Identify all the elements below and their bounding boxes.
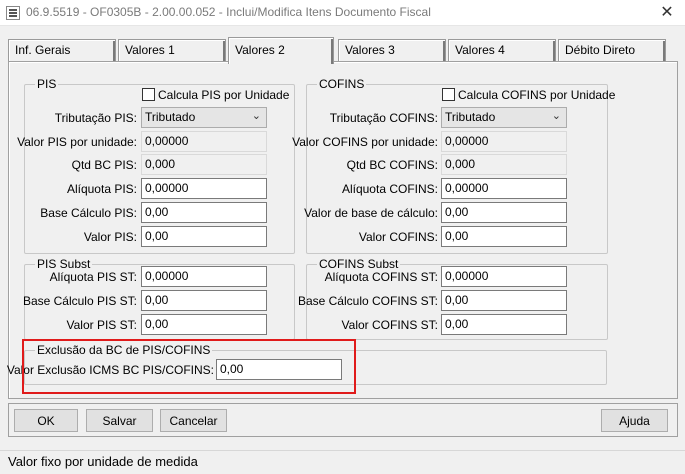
pis-st-base-calculo-label: Base Cálculo PIS ST: [22, 294, 137, 308]
cofins-st-base-calculo-label: Base Cálculo COFINS ST: [297, 294, 438, 308]
tab-debito-direto[interactable]: Débito Direto [558, 39, 666, 61]
cofins-calc-unit-label: Calcula COFINS por Unidade [458, 88, 616, 102]
cofins-group-title: COFINS [317, 77, 367, 91]
cofins-base-calculo-field[interactable]: 0,00 [441, 202, 567, 223]
status-bar: Valor fixo por unidade de medida [0, 450, 685, 474]
pis-st-base-calculo-field[interactable]: 0,00 [141, 290, 267, 311]
cofins-calc-unit-checkbox[interactable]: Calcula COFINS por Unidade [442, 88, 615, 102]
pis-st-valor-label: Valor PIS ST: [66, 318, 137, 332]
cofins-tributacao-value: Tributado [445, 110, 496, 124]
cofins-st-valor-label: Valor COFINS ST: [341, 318, 438, 332]
cofins-qtd-bc-label: Qtd BC COFINS: [346, 158, 438, 172]
pis-valor-label: Valor PIS: [83, 230, 137, 244]
pis-st-aliquota-label: Alíquota PIS ST: [49, 270, 137, 284]
ok-button[interactable]: OK [14, 409, 78, 432]
pis-valor-unidade-field: 0,00000 [141, 131, 267, 152]
tab-valores-2[interactable]: Valores 2 [228, 37, 334, 64]
save-button[interactable]: Salvar [86, 409, 153, 432]
help-button[interactable]: Ajuda [601, 409, 668, 432]
pis-base-calculo-field[interactable]: 0,00 [141, 202, 267, 223]
cofins-tributacao-select[interactable]: Tributado ⌄ [441, 107, 567, 128]
pis-qtd-bc-label: Qtd BC PIS: [71, 158, 137, 172]
pis-tributacao-label: Tributação PIS: [54, 111, 137, 125]
pis-tributacao-select[interactable]: Tributado ⌄ [141, 107, 267, 128]
cofins-qtd-bc-field: 0,000 [441, 154, 567, 175]
pis-aliquota-label: Alíquota PIS: [66, 182, 137, 196]
cofins-st-aliquota-label: Alíquota COFINS ST: [324, 270, 438, 284]
pis-group-title: PIS [35, 77, 59, 91]
pis-valor-field[interactable]: 0,00 [141, 226, 267, 247]
cofins-valor-unidade-label: Valor COFINS por unidade: [292, 135, 438, 149]
cofins-tributacao-label: Tributação COFINS: [329, 111, 438, 125]
pis-qtd-bc-field: 0,000 [141, 154, 267, 175]
cofins-valor-unidade-field: 0,00000 [441, 131, 567, 152]
cofins-base-calculo-label: Valor de base de cálculo: [304, 206, 438, 220]
cofins-aliquota-label: Alíquota COFINS: [341, 182, 438, 196]
tab-valores-4[interactable]: Valores 4 [448, 39, 556, 61]
pis-aliquota-field[interactable]: 0,00000 [141, 178, 267, 199]
pis-calc-unit-label: Calcula PIS por Unidade [158, 88, 290, 102]
cofins-st-base-calculo-field[interactable]: 0,00 [441, 290, 567, 311]
app-icon [6, 6, 20, 20]
cofins-st-valor-field[interactable]: 0,00 [441, 314, 567, 335]
cofins-subst-group-title: COFINS Subst [317, 257, 401, 271]
pis-st-valor-field[interactable]: 0,00 [141, 314, 267, 335]
cofins-aliquota-field[interactable]: 0,00000 [441, 178, 567, 199]
cofins-st-aliquota-field[interactable]: 0,00000 [441, 266, 567, 287]
pis-subst-group-title: PIS Subst [35, 257, 93, 271]
button-bar: OK Salvar Cancelar Ajuda [8, 403, 678, 437]
cofins-valor-label: Valor COFINS: [358, 230, 438, 244]
checkbox-box[interactable] [142, 88, 155, 101]
pis-tributacao-value: Tributado [145, 110, 196, 124]
pis-base-calculo-label: Base Cálculo PIS: [40, 206, 137, 220]
close-button[interactable]: ✕ [657, 3, 677, 23]
tab-strip: Inf. Gerais Valores 1 Valores 2 Valores … [8, 37, 678, 64]
pis-valor-unidade-label: Valor PIS por unidade: [17, 135, 137, 149]
cofins-valor-field[interactable]: 0,00 [441, 226, 567, 247]
highlight-box [22, 339, 356, 394]
title-bar: 06.9.5519 - OF0305B - 2.00.00.052 - Incl… [0, 0, 685, 26]
status-text: Valor fixo por unidade de medida [8, 454, 198, 469]
chevron-down-icon: ⌄ [551, 110, 561, 122]
pis-calc-unit-checkbox[interactable]: Calcula PIS por Unidade [142, 88, 289, 102]
pis-st-aliquota-field[interactable]: 0,00000 [141, 266, 267, 287]
window-title: 06.9.5519 - OF0305B - 2.00.00.052 - Incl… [26, 5, 431, 19]
chevron-down-icon: ⌄ [251, 110, 261, 122]
tab-valores-1[interactable]: Valores 1 [118, 39, 226, 61]
cancel-button[interactable]: Cancelar [160, 409, 227, 432]
checkbox-box[interactable] [442, 88, 455, 101]
tab-inf-gerais[interactable]: Inf. Gerais [8, 39, 116, 61]
tab-valores-3[interactable]: Valores 3 [338, 39, 446, 61]
